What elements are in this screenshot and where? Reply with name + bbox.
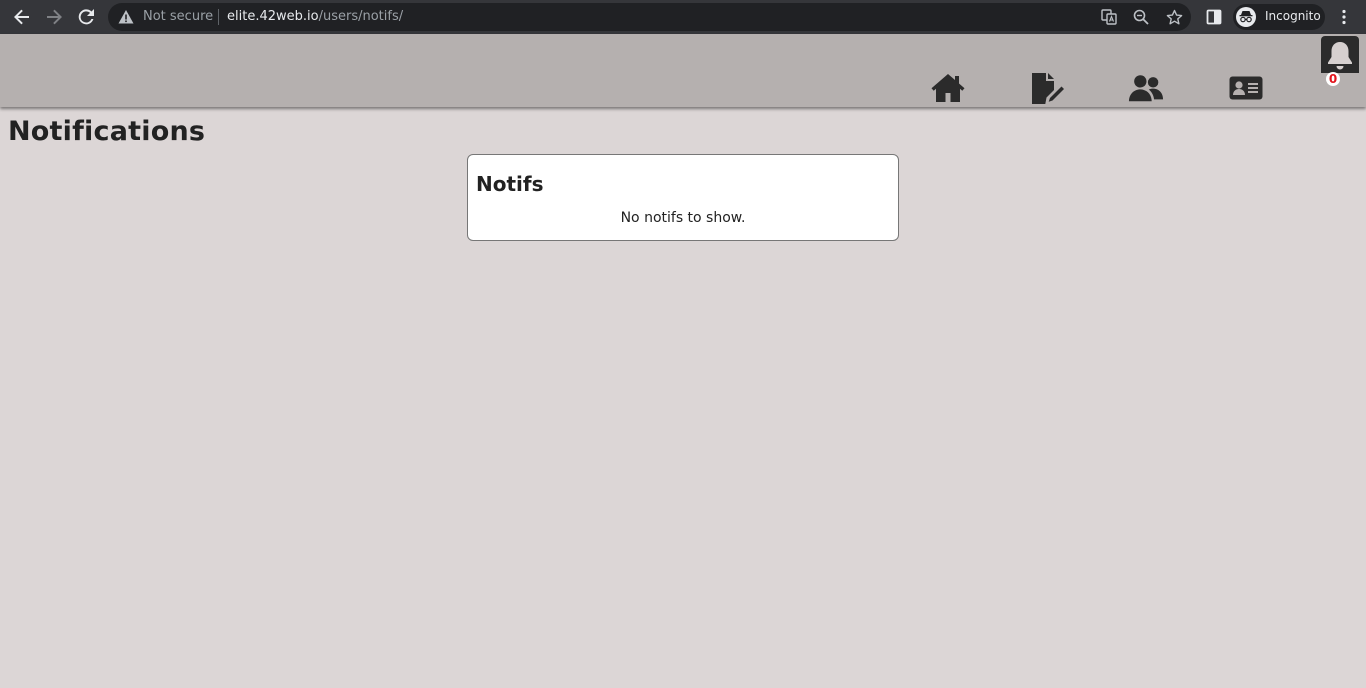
forward-button[interactable]: [42, 5, 66, 29]
address-bar[interactable]: Not secure elite.42web.io/users/notifs/: [108, 3, 1191, 31]
id-card-icon: [1229, 76, 1263, 100]
url-host: elite.42web.io: [227, 9, 319, 24]
arrow-right-icon: [47, 9, 62, 25]
users-icon: [1128, 75, 1164, 102]
url-text[interactable]: elite.42web.io/users/notifs/: [227, 9, 403, 24]
nav-users-link[interactable]: [1128, 71, 1164, 105]
more-menu-icon[interactable]: [1336, 5, 1352, 29]
notifs-card: Notifs No notifs to show.: [467, 154, 899, 241]
bookmark-star-icon[interactable]: [1165, 8, 1183, 26]
incognito-label: Incognito: [1265, 9, 1321, 23]
nav-home-link[interactable]: [930, 71, 966, 105]
side-panel-icon[interactable]: [1205, 5, 1223, 29]
incognito-profile-button[interactable]: Incognito: [1233, 4, 1325, 30]
browser-toolbar: Not secure elite.42web.io/users/notifs/ …: [0, 0, 1366, 34]
arrow-left-icon: [14, 9, 29, 25]
empty-message: No notifs to show.: [620, 210, 746, 226]
reload-icon: [78, 9, 94, 25]
bell-icon: [1328, 41, 1352, 69]
warning-icon: [118, 9, 134, 30]
url-separator: [218, 9, 219, 25]
home-icon: [931, 74, 965, 102]
security-label[interactable]: Not secure: [143, 9, 213, 24]
back-button[interactable]: [10, 5, 34, 29]
card-title: Notifs: [476, 172, 544, 196]
nav-write-link[interactable]: [1029, 71, 1065, 105]
notification-count-badge: 0: [1326, 72, 1340, 86]
nav-notifications-link[interactable]: [1321, 36, 1359, 73]
file-pen-icon: [1032, 73, 1064, 104]
translate-icon[interactable]: [1100, 8, 1118, 26]
site-header: [0, 34, 1366, 107]
incognito-icon: [1236, 7, 1256, 27]
zoom-icon[interactable]: [1132, 8, 1150, 26]
page-title: Notifications: [8, 116, 206, 147]
reload-button[interactable]: [74, 5, 98, 29]
url-path: /users/notifs/: [318, 9, 404, 24]
nav-profile-link[interactable]: [1228, 71, 1264, 105]
